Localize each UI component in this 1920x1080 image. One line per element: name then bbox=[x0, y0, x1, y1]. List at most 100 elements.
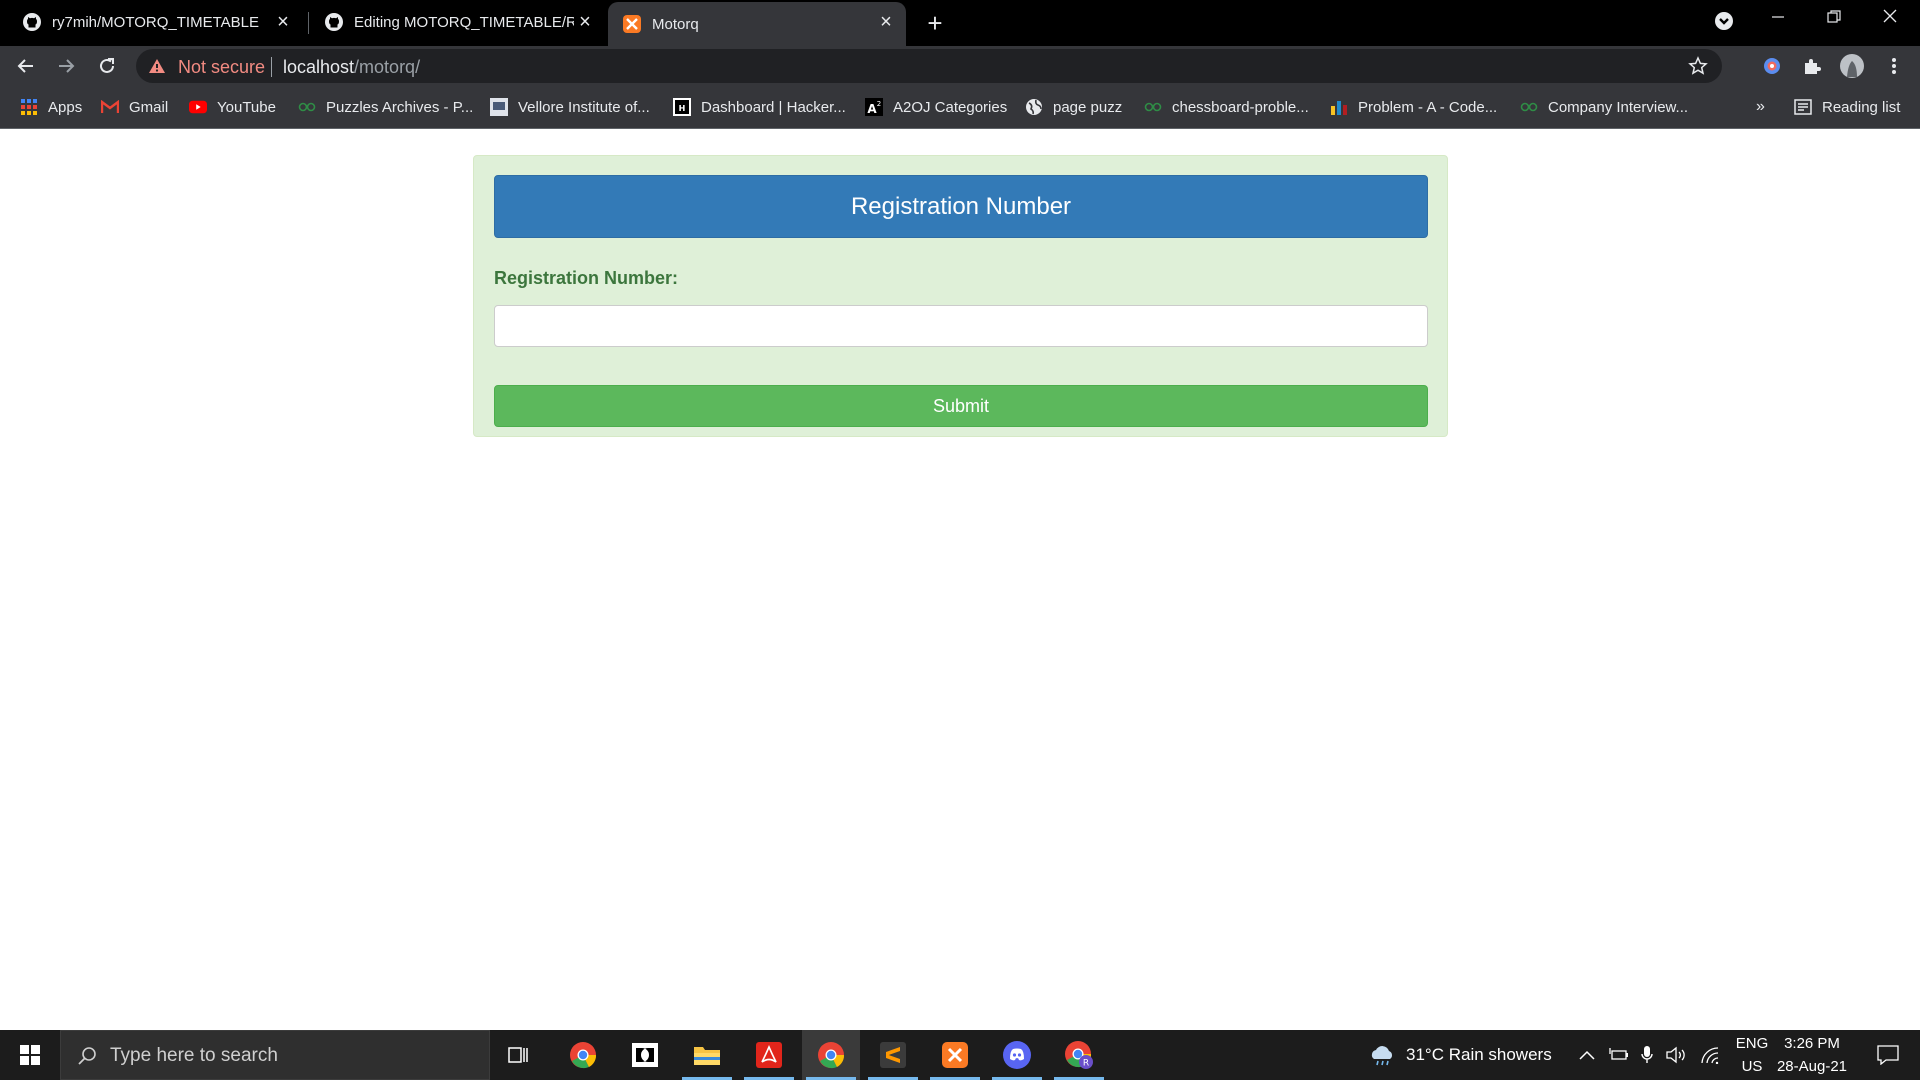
wifi-icon[interactable] bbox=[1700, 1030, 1720, 1080]
registration-number-label: Registration Number: bbox=[494, 268, 679, 288]
browser-toolbar: Not secure localhost/motorq/ bbox=[0, 46, 1920, 86]
bookmark-hackerrank[interactable]: H Dashboard | Hacker... bbox=[673, 96, 846, 118]
geeksforgeeks-icon bbox=[1144, 98, 1162, 116]
bookmark-star-icon[interactable] bbox=[1688, 56, 1708, 81]
clock-time: 3:26 PM bbox=[1784, 1035, 1840, 1052]
taskbar-acrobat[interactable] bbox=[740, 1030, 798, 1080]
folder-icon bbox=[694, 1047, 720, 1065]
reading-list-button[interactable]: Reading list bbox=[1794, 96, 1900, 118]
tab-motorq[interactable]: Motorq × bbox=[608, 2, 906, 46]
search-icon bbox=[77, 1046, 97, 1071]
bookmark-company-interview[interactable]: Company Interview... bbox=[1520, 96, 1688, 118]
profile-avatar[interactable] bbox=[1836, 50, 1868, 82]
taskbar-dolby[interactable] bbox=[616, 1030, 674, 1080]
svg-text:R: R bbox=[1083, 1059, 1089, 1069]
bookmark-label: Puzzles Archives - P... bbox=[326, 98, 474, 116]
tab-separator bbox=[308, 12, 309, 34]
bookmark-vit[interactable]: Vellore Institute of... bbox=[490, 96, 650, 118]
notification-icon bbox=[1877, 1045, 1899, 1065]
close-icon[interactable]: × bbox=[876, 12, 896, 32]
panel-heading: Registration Number bbox=[494, 175, 1428, 238]
back-button[interactable] bbox=[10, 50, 42, 82]
bookmark-label: Dashboard | Hacker... bbox=[701, 98, 846, 116]
bookmark-puzzles[interactable]: Puzzles Archives - P... bbox=[298, 96, 473, 118]
notifications-button[interactable] bbox=[1868, 1030, 1908, 1080]
bookmarks-bar: Apps Gmail YouTube Puzzles Archives - P.… bbox=[0, 86, 1920, 129]
microphone-icon[interactable] bbox=[1640, 1030, 1654, 1080]
gmail-icon bbox=[101, 98, 119, 116]
close-icon[interactable]: × bbox=[575, 12, 595, 32]
volume-icon[interactable] bbox=[1666, 1030, 1688, 1080]
bookmark-label: page puzz bbox=[1053, 98, 1123, 116]
task-view-icon bbox=[508, 1047, 528, 1063]
tab-github-editing[interactable]: Editing MOTORQ_TIMETABLE/READ × bbox=[310, 2, 605, 42]
minimize-button[interactable] bbox=[1750, 0, 1806, 40]
bookmark-label: Company Interview... bbox=[1548, 98, 1689, 116]
acrobat-icon bbox=[756, 1042, 782, 1068]
tab-title: Editing MOTORQ_TIMETABLE/READ bbox=[354, 13, 574, 31]
taskbar-file-explorer[interactable] bbox=[678, 1030, 736, 1080]
tab-title: Motorq bbox=[652, 15, 699, 33]
taskbar-search-box[interactable]: Type here to search bbox=[60, 1030, 490, 1080]
bookmark-label: chessboard-proble... bbox=[1172, 98, 1309, 116]
geeksforgeeks-icon bbox=[1520, 98, 1538, 116]
more-bookmarks-button[interactable]: » bbox=[1756, 96, 1765, 118]
hackerrank-icon: H bbox=[673, 98, 691, 116]
taskbar-xampp[interactable] bbox=[926, 1030, 984, 1080]
back-arrow-icon bbox=[17, 59, 33, 73]
xampp-icon bbox=[942, 1042, 968, 1068]
battery-icon[interactable] bbox=[1609, 1030, 1629, 1080]
url-host: localhost bbox=[283, 57, 355, 77]
github-icon bbox=[22, 12, 42, 32]
warning-icon[interactable] bbox=[148, 58, 166, 79]
taskbar-chrome-active[interactable] bbox=[802, 1030, 860, 1080]
security-label[interactable]: Not secure bbox=[178, 57, 265, 78]
svg-text:H: H bbox=[679, 104, 686, 113]
bookmark-label: Apps bbox=[48, 98, 83, 116]
discord-icon bbox=[1003, 1041, 1031, 1069]
tab-github-repo[interactable]: ry7mih/MOTORQ_TIMETABLE × bbox=[8, 2, 303, 42]
bookmark-a2oj[interactable]: A2 A2OJ Categories bbox=[865, 96, 1007, 118]
registration-panel: Registration Number Registration Number:… bbox=[473, 155, 1448, 437]
vit-icon bbox=[490, 98, 508, 116]
more-menu-icon[interactable] bbox=[1878, 50, 1910, 82]
bookmark-label: Problem - A - Code... bbox=[1358, 98, 1498, 116]
taskbar-sublime-text[interactable] bbox=[864, 1030, 922, 1080]
taskbar-chrome-profile[interactable]: R bbox=[1050, 1030, 1108, 1080]
close-icon[interactable]: × bbox=[273, 12, 293, 32]
clock[interactable]: 3:26 PM 28-Aug-21 bbox=[1772, 1030, 1852, 1080]
taskbar-discord[interactable] bbox=[988, 1030, 1046, 1080]
bookmark-apps[interactable]: Apps bbox=[20, 96, 82, 118]
close-window-button[interactable] bbox=[1862, 0, 1918, 40]
weather-widget[interactable]: 31°C Rain showers bbox=[1368, 1030, 1552, 1080]
bookmark-youtube[interactable]: YouTube bbox=[189, 96, 276, 118]
bookmark-label: Gmail bbox=[129, 98, 169, 116]
extensions-puzzle-icon[interactable] bbox=[1796, 50, 1828, 82]
submit-button[interactable]: Submit bbox=[494, 385, 1428, 427]
bookmark-gmail[interactable]: Gmail bbox=[101, 96, 168, 118]
bookmark-chessboard[interactable]: chessboard-proble... bbox=[1144, 96, 1309, 118]
windows-taskbar: Type here to search R 31°C Rain showers bbox=[0, 1030, 1920, 1080]
restore-button[interactable] bbox=[1806, 0, 1862, 40]
bookmark-codeforces[interactable]: Problem - A - Code... bbox=[1330, 96, 1497, 118]
extension-icon[interactable] bbox=[1756, 50, 1788, 82]
url-text[interactable]: localhost/motorq/ bbox=[283, 57, 420, 78]
start-button[interactable] bbox=[0, 1030, 60, 1080]
new-tab-button[interactable]: + bbox=[920, 8, 950, 38]
dolby-icon bbox=[632, 1043, 658, 1067]
reload-button[interactable] bbox=[91, 50, 123, 82]
url-path: /motorq/ bbox=[354, 57, 421, 77]
tab-search-button[interactable] bbox=[1696, 0, 1752, 40]
bookmark-label: Vellore Institute of... bbox=[518, 98, 650, 116]
show-hidden-icons-button[interactable] bbox=[1579, 1030, 1595, 1080]
reload-icon bbox=[100, 58, 114, 73]
task-view-button[interactable] bbox=[490, 1030, 548, 1080]
address-bar[interactable]: Not secure localhost/motorq/ bbox=[136, 49, 1722, 83]
input-language-indicator[interactable]: ENG US bbox=[1732, 1030, 1772, 1080]
taskbar-chrome[interactable] bbox=[554, 1030, 612, 1080]
divider bbox=[271, 57, 272, 77]
forward-button[interactable] bbox=[50, 50, 82, 82]
registration-number-input[interactable] bbox=[494, 305, 1428, 347]
bookmark-page-puzz[interactable]: page puzz bbox=[1025, 96, 1122, 118]
chrome-profile-icon: R bbox=[1065, 1041, 1093, 1069]
